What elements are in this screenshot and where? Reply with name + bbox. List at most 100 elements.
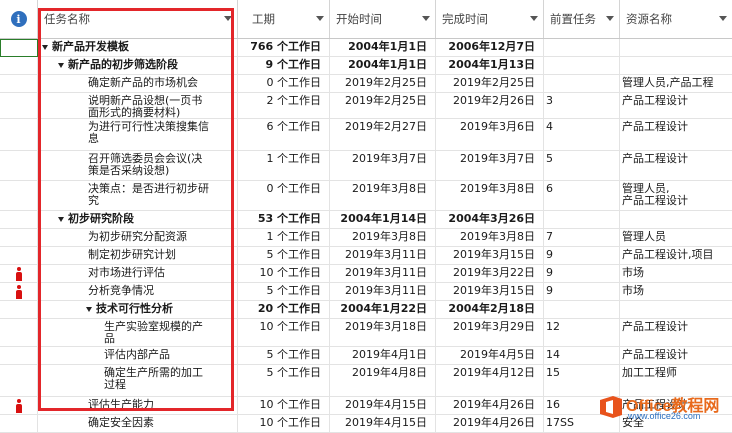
finish-cell[interactable]: 2019年2月26日	[436, 93, 544, 118]
resource-cell[interactable]	[620, 301, 732, 318]
task-name-cell[interactable]: 评估内部产品	[38, 347, 238, 364]
indicator-cell[interactable]	[0, 57, 38, 74]
indicator-cell[interactable]	[0, 119, 38, 150]
start-cell[interactable]: 2019年3月11日	[330, 265, 436, 282]
finish-cell[interactable]: 2004年3月26日	[436, 211, 544, 228]
resource-cell[interactable]: 产品工程设计	[620, 319, 732, 346]
start-cell[interactable]: 2004年1月1日	[330, 57, 436, 74]
table-row[interactable]: 评估内部产品 5 个工作日 2019年4月1日 2019年4月5日 14 产品工程设计	[0, 347, 732, 365]
duration-cell[interactable]: 20 个工作日	[238, 301, 330, 318]
predecessor-cell[interactable]	[544, 211, 620, 228]
resource-cell[interactable]: 市场	[620, 265, 732, 282]
duration-cell[interactable]: 5 个工作日	[238, 283, 330, 300]
task-name-cell[interactable]: 为进行可行性决策搜集信 息	[38, 119, 238, 150]
task-name-cell[interactable]: 新产品的初步筛选阶段	[38, 57, 238, 74]
finish-cell[interactable]: 2019年4月26日	[436, 397, 544, 414]
resource-cell[interactable]: 管理人员, 产品工程设计	[620, 181, 732, 210]
resource-cell[interactable]: 管理人员	[620, 229, 732, 246]
table-row[interactable]: 新产品开发模板 766 个工作日 2004年1月1日 2006年12月7日	[0, 39, 732, 57]
column-header-start[interactable]: 开始时间	[330, 0, 436, 38]
task-name-cell[interactable]: 确定新产品的市场机会	[38, 75, 238, 92]
resource-cell[interactable]: 产品工程设计	[620, 93, 732, 118]
resource-cell[interactable]: 产品工程设计	[620, 347, 732, 364]
indicator-cell[interactable]	[0, 415, 38, 432]
start-cell[interactable]: 2019年3月18日	[330, 319, 436, 346]
start-cell[interactable]: 2019年2月25日	[330, 75, 436, 92]
finish-cell[interactable]: 2006年12月7日	[436, 39, 544, 56]
predecessor-cell[interactable]	[544, 75, 620, 92]
task-name-cell[interactable]: 新产品开发模板	[38, 39, 238, 56]
duration-cell[interactable]: 9 个工作日	[238, 57, 330, 74]
predecessor-cell[interactable]: 12	[544, 319, 620, 346]
finish-cell[interactable]: 2019年4月12日	[436, 365, 544, 396]
predecessor-cell[interactable]	[544, 301, 620, 318]
duration-cell[interactable]: 1 个工作日	[238, 229, 330, 246]
collapse-triangle-icon[interactable]	[58, 217, 64, 222]
chevron-down-icon[interactable]	[530, 16, 538, 21]
indicator-cell[interactable]	[0, 181, 38, 210]
table-row[interactable]: 初步研究阶段 53 个工作日 2004年1月14日 2004年3月26日	[0, 211, 732, 229]
task-name-cell[interactable]: 制定初步研究计划	[38, 247, 238, 264]
start-cell[interactable]: 2004年1月22日	[330, 301, 436, 318]
finish-cell[interactable]: 2019年4月26日	[436, 415, 544, 432]
duration-cell[interactable]: 766 个工作日	[238, 39, 330, 56]
start-cell[interactable]: 2019年3月8日	[330, 229, 436, 246]
predecessor-cell[interactable]: 7	[544, 229, 620, 246]
finish-cell[interactable]: 2019年2月25日	[436, 75, 544, 92]
resource-cell[interactable]: 产品工程设计	[620, 151, 732, 180]
duration-cell[interactable]: 10 个工作日	[238, 319, 330, 346]
chevron-down-icon[interactable]	[316, 16, 324, 21]
indicator-cell[interactable]	[0, 151, 38, 180]
task-name-cell[interactable]: 确定安全因素	[38, 415, 238, 432]
chevron-down-icon[interactable]	[606, 16, 614, 21]
predecessor-cell[interactable]: 9	[544, 265, 620, 282]
table-row[interactable]: 对市场进行评估 10 个工作日 2019年3月11日 2019年3月22日 9 市场	[0, 265, 732, 283]
indicator-cell[interactable]	[0, 39, 38, 56]
duration-cell[interactable]: 0 个工作日	[238, 75, 330, 92]
table-row[interactable]: 生产实验室规模的产 品 10 个工作日 2019年3月18日 2019年3月29日 12…	[0, 319, 732, 347]
finish-cell[interactable]: 2019年3月15日	[436, 283, 544, 300]
indicator-cell[interactable]	[0, 247, 38, 264]
table-row[interactable]: 制定初步研究计划 5 个工作日 2019年3月11日 2019年3月15日 9 产品工程设…	[0, 247, 732, 265]
finish-cell[interactable]: 2019年3月15日	[436, 247, 544, 264]
resource-cell[interactable]: 管理人员,产品工程	[620, 75, 732, 92]
table-row[interactable]: 为初步研究分配资源 1 个工作日 2019年3月8日 2019年3月8日 7 管理人员	[0, 229, 732, 247]
column-header-predecessors[interactable]: 前置任务	[544, 0, 620, 38]
duration-cell[interactable]: 10 个工作日	[238, 265, 330, 282]
finish-cell[interactable]: 2019年3月22日	[436, 265, 544, 282]
table-row[interactable]: 为进行可行性决策搜集信 息 6 个工作日 2019年2月27日 2019年3月6日 4 产…	[0, 119, 732, 151]
task-name-cell[interactable]: 生产实验室规模的产 品	[38, 319, 238, 346]
table-row[interactable]: 决策点：是否进行初步研 究 0 个工作日 2019年3月8日 2019年3月8日 6 管理…	[0, 181, 732, 211]
resource-cell[interactable]	[620, 39, 732, 56]
task-name-cell[interactable]: 技术可行性分析	[38, 301, 238, 318]
resource-cell[interactable]: 产品工程设计,项目	[620, 247, 732, 264]
duration-cell[interactable]: 2 个工作日	[238, 93, 330, 118]
start-cell[interactable]: 2019年2月27日	[330, 119, 436, 150]
table-row[interactable]: 分析竞争情况 5 个工作日 2019年3月11日 2019年3月15日 9 市场	[0, 283, 732, 301]
indicator-cell[interactable]	[0, 319, 38, 346]
table-row[interactable]: 技术可行性分析 20 个工作日 2004年1月22日 2004年2月18日	[0, 301, 732, 319]
chevron-down-icon[interactable]	[224, 16, 232, 21]
collapse-triangle-icon[interactable]	[58, 63, 64, 68]
table-row[interactable]: 召开筛选委员会会议(决 策是否采纳设想) 1 个工作日 2019年3月7日 2019年…	[0, 151, 732, 181]
start-cell[interactable]: 2019年4月8日	[330, 365, 436, 396]
duration-cell[interactable]: 5 个工作日	[238, 247, 330, 264]
task-name-cell[interactable]: 评估生产能力	[38, 397, 238, 414]
collapse-triangle-icon[interactable]	[42, 45, 48, 50]
task-name-cell[interactable]: 为初步研究分配资源	[38, 229, 238, 246]
indicator-cell[interactable]	[0, 229, 38, 246]
indicator-cell[interactable]	[0, 301, 38, 318]
column-header-duration[interactable]: 工期	[238, 0, 330, 38]
resource-cell[interactable]	[620, 57, 732, 74]
start-cell[interactable]: 2019年4月1日	[330, 347, 436, 364]
duration-cell[interactable]: 10 个工作日	[238, 415, 330, 432]
finish-cell[interactable]: 2019年4月5日	[436, 347, 544, 364]
predecessor-cell[interactable]: 9	[544, 247, 620, 264]
indicator-cell[interactable]	[0, 283, 38, 300]
chevron-down-icon[interactable]	[422, 16, 430, 21]
task-name-cell[interactable]: 召开筛选委员会会议(决 策是否采纳设想)	[38, 151, 238, 180]
table-row[interactable]: 新产品的初步筛选阶段 9 个工作日 2004年1月1日 2004年1月13日	[0, 57, 732, 75]
duration-cell[interactable]: 0 个工作日	[238, 181, 330, 210]
table-row[interactable]: 说明新产品设想(一页书 面形式的摘要材料) 2 个工作日 2019年2月25日 201…	[0, 93, 732, 119]
finish-cell[interactable]: 2019年3月6日	[436, 119, 544, 150]
